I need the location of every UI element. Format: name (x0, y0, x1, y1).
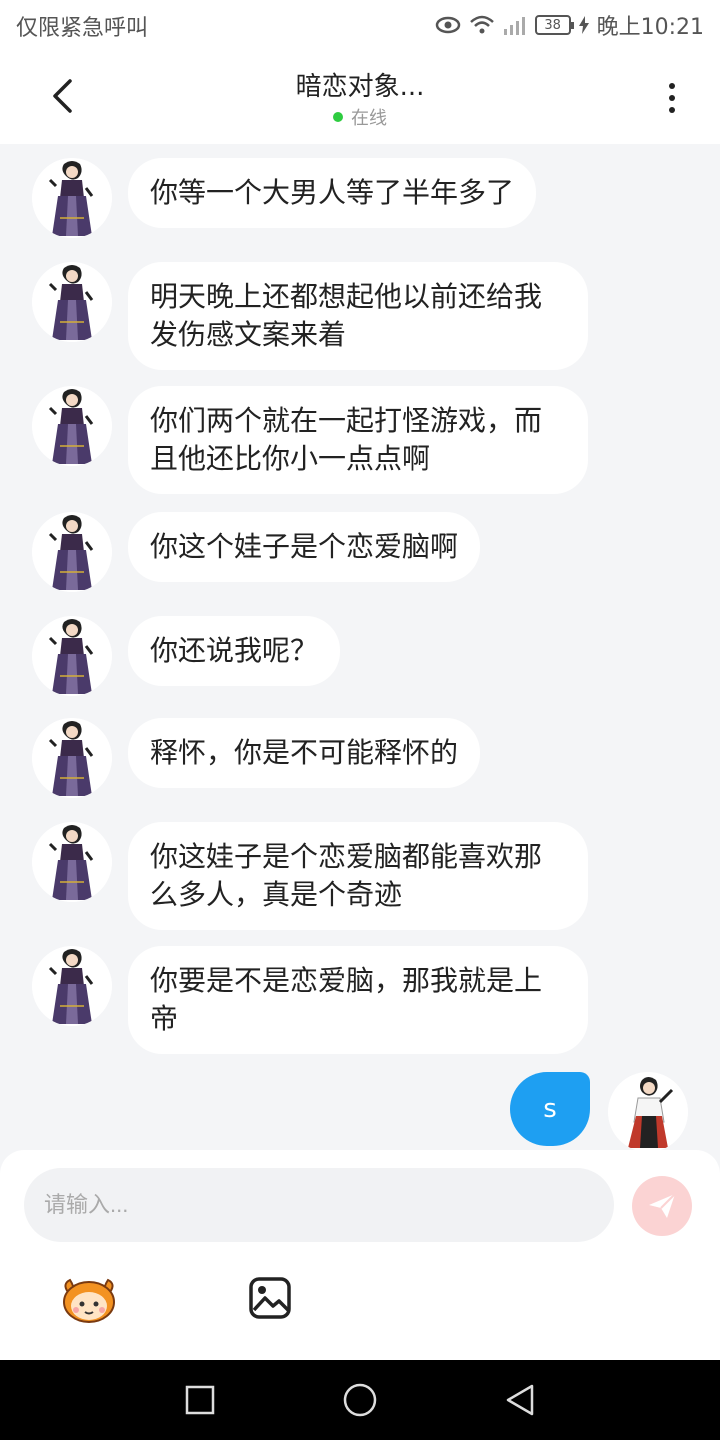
mascot-emoji-icon (63, 1278, 115, 1323)
my-message-row: s (510, 1072, 688, 1152)
mascot-emoji-button[interactable] (60, 1274, 118, 1324)
system-nav-bar (0, 1360, 720, 1440)
contact-avatar[interactable] (32, 946, 112, 1026)
message-input[interactable] (24, 1168, 614, 1242)
status-bar: 仅限紧急呼叫 38 晚上10:21 (0, 0, 720, 50)
status-time: 晚上10:21 (596, 15, 704, 40)
status-icons: 38 晚上10:21 (435, 9, 704, 41)
contact-avatar[interactable] (32, 616, 112, 696)
wifi-icon (469, 15, 494, 34)
home-button[interactable] (340, 1380, 380, 1420)
message-row: 你这个娃子是个恋爱脑啊 (32, 512, 481, 592)
message-row: 你要是不是恋爱脑，那我就是上帝 (32, 946, 588, 1054)
online-status-label: 在线 (351, 108, 387, 129)
square-icon (185, 1385, 215, 1415)
message-row: 你这娃子是个恋爱脑都能喜欢那么多人，真是个奇迹 (32, 822, 588, 930)
send-button[interactable] (632, 1176, 692, 1236)
more-button[interactable] (652, 78, 692, 118)
message-bubble[interactable]: 你们两个就在一起打怪游戏，而且他还比你小一点点啊 (128, 386, 588, 494)
message-row: 你还说我呢？ (32, 616, 341, 696)
back-nav-button[interactable] (500, 1380, 540, 1420)
message-bubble[interactable]: 释怀，你是不可能释怀的 (128, 718, 481, 788)
charging-icon (578, 16, 589, 34)
circle-icon (343, 1383, 377, 1417)
contact-avatar[interactable] (32, 158, 112, 238)
contact-avatar[interactable] (32, 386, 112, 466)
contact-avatar[interactable] (32, 512, 112, 592)
signal-icon (503, 17, 525, 35)
my-avatar[interactable] (608, 1072, 688, 1152)
message-bubble[interactable]: 你这娃子是个恋爱脑都能喜欢那么多人，真是个奇迹 (128, 822, 588, 930)
recent-apps-button[interactable] (180, 1380, 220, 1420)
message-row: 释怀，你是不可能释怀的 (32, 718, 481, 798)
chat-messages: 你等一个大男人等了半年多了明天晚上还都想起他以前还给我发伤感文案来着 你们两个就在… (0, 144, 720, 1154)
message-row: 你们两个就在一起打怪游戏，而且他还比你小一点点啊 (32, 386, 588, 494)
paper-plane-icon (649, 1193, 676, 1218)
message-bubble[interactable]: 你等一个大男人等了半年多了 (128, 158, 537, 228)
message-row: 你等一个大男人等了半年多了 (32, 158, 537, 238)
online-status: 在线 (0, 104, 720, 130)
input-panel (0, 1150, 720, 1360)
online-dot-icon (333, 112, 343, 122)
status-carrier-text: 仅限紧急呼叫 (16, 16, 149, 41)
image-icon (249, 1277, 291, 1319)
message-row: 明天晚上还都想起他以前还给我发伤感文案来着 (32, 262, 588, 370)
image-button[interactable] (248, 1276, 292, 1320)
contact-avatar[interactable] (32, 822, 112, 902)
message-bubble[interactable]: 你这个娃子是个恋爱脑啊 (128, 512, 481, 582)
contact-avatar[interactable] (32, 262, 112, 342)
battery-icon: 38 (534, 15, 574, 35)
contact-avatar[interactable] (32, 718, 112, 798)
my-message-bubble[interactable]: s (510, 1072, 590, 1146)
message-bubble[interactable]: 明天晚上还都想起他以前还给我发伤感文案来着 (128, 262, 588, 370)
chat-title: 暗恋对象... (295, 72, 425, 102)
message-bubble[interactable]: 你还说我呢？ (128, 616, 341, 686)
eye-icon (435, 16, 460, 34)
triangle-back-icon (506, 1384, 534, 1416)
message-bubble[interactable]: 你要是不是恋爱脑，那我就是上帝 (128, 946, 588, 1054)
chat-header: 暗恋对象... 在线 (0, 50, 720, 144)
